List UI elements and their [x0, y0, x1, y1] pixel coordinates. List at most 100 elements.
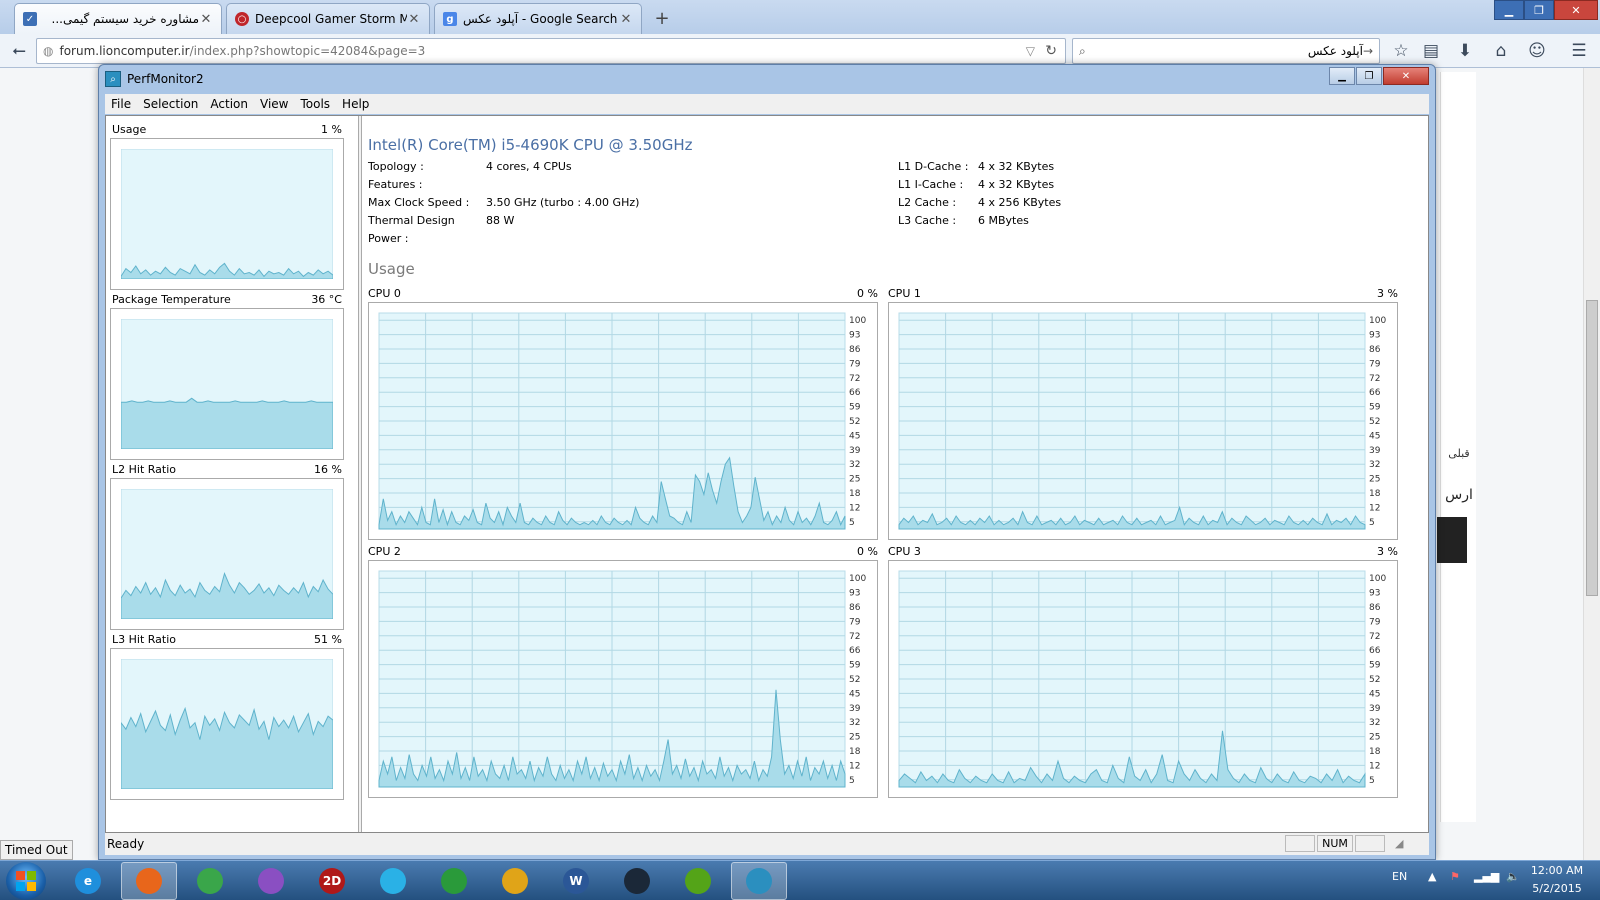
action-center-icon[interactable]: ⚑	[1450, 870, 1460, 883]
panel-l2-hit-ratio[interactable]: L2 Hit Ratio 16 %	[110, 462, 344, 630]
tab-deepcool[interactable]: ○ Deepcool Gamer Storm Ma... ✕	[226, 3, 430, 34]
taskbar-app-chrome[interactable]	[182, 862, 238, 900]
back-arrow-icon[interactable]: ⭠	[6, 38, 32, 64]
reading-list-icon[interactable]: ▤	[1418, 38, 1444, 64]
firefox-icon	[136, 868, 162, 894]
core-label: CPU 1	[888, 287, 921, 300]
dropdown-arrow-icon[interactable]: ▽	[1026, 44, 1035, 58]
close-icon[interactable]: ✕	[619, 12, 633, 27]
taskbar-app-internet-explorer[interactable]: e	[60, 862, 116, 900]
cpu0-chart: 100 93 86 79 72 66 59 52 45 39 32 25 18 12 5	[378, 312, 866, 530]
word-icon: W	[563, 868, 589, 894]
y-tick-label: 93	[1369, 331, 1380, 341]
y-tick-label: 100	[849, 574, 866, 584]
url-bar[interactable]: ◍ forum.lioncomputer.ir/index.php?showto…	[36, 38, 1066, 64]
browser-tab-bar: ✓ مشاوره خرید سیستم گیمی... ✕ ○ Deepcool…	[0, 0, 1600, 34]
scrollbar-thumb[interactable]	[1586, 300, 1598, 596]
core-value: 0 %	[857, 545, 878, 558]
mini-graph	[110, 478, 344, 630]
minimize-button[interactable]: ▁	[1329, 67, 1355, 85]
search-box[interactable]: ⌕ آپلود عکس →	[1072, 38, 1380, 64]
y-tick-label: 5	[1369, 518, 1375, 528]
search-icon: ⌕	[1079, 43, 1086, 58]
show-hidden-icon[interactable]: ▲	[1428, 870, 1436, 883]
cpu2-chart: 100 93 86 79 72 66 59 52 45 39 32 25 18 12 5	[378, 570, 866, 788]
panel-usage[interactable]: Usage 1 %	[110, 122, 344, 290]
menu-icon[interactable]: ☰	[1566, 38, 1592, 64]
home-icon[interactable]: ⌂	[1488, 38, 1514, 64]
status-text: Ready	[107, 837, 145, 851]
taskbar-app-winamp[interactable]	[487, 862, 543, 900]
taskbar-app-steam[interactable]	[609, 862, 665, 900]
taskbar-app-firefox[interactable]	[121, 862, 177, 900]
close-window-button[interactable]: ✕	[1554, 0, 1598, 20]
prev-link[interactable]: قبلی	[1441, 447, 1477, 460]
download-icon[interactable]: ⬇	[1452, 38, 1478, 64]
menu-tools[interactable]: Tools	[294, 94, 336, 114]
cpu3-panel[interactable]: CPU 3 3 % 100 93 86 79 72 66 59 52 45 39 32 25 18 12 5	[888, 544, 1398, 798]
taskbar-app-perfmonitor[interactable]	[731, 862, 787, 900]
language-indicator[interactable]: EN	[1392, 870, 1407, 883]
info-key: L3 Cache :	[898, 214, 957, 227]
cpu0-panel[interactable]: CPU 0 0 % 100 93 86 79 72 66 59 52 45 39 32 25 18 12 5	[368, 286, 878, 540]
tab-forum[interactable]: ✓ مشاوره خرید سیستم گیمی... ✕	[14, 3, 222, 34]
y-tick-label: 79	[849, 617, 861, 627]
new-tab-button[interactable]: +	[648, 6, 676, 30]
clock-time[interactable]: 12:00 AM	[1524, 864, 1590, 877]
resize-grip-icon[interactable]: ◢	[1395, 837, 1403, 850]
y-tick-label: 52	[849, 417, 860, 427]
network-icon[interactable]: ▂▄▆	[1474, 870, 1499, 883]
menu-selection[interactable]: Selection	[137, 94, 204, 114]
y-tick-label: 12	[849, 503, 860, 513]
start-button[interactable]	[6, 862, 46, 900]
taskbar-app-word[interactable]: W	[548, 862, 604, 900]
search-input[interactable]: آپلود عکس	[1092, 44, 1363, 58]
perfmonitor-app-icon: ⌕	[105, 71, 121, 87]
y-tick-label: 59	[1369, 661, 1381, 671]
splitter[interactable]	[358, 116, 362, 832]
page-scrollbar[interactable]	[1583, 68, 1600, 870]
y-tick-label: 18	[1369, 489, 1381, 499]
download-manager-icon	[441, 868, 467, 894]
panel-package-temperature[interactable]: Package Temperature 36 °C	[110, 292, 344, 460]
menu-help[interactable]: Help	[336, 94, 375, 114]
cpu2-panel[interactable]: CPU 2 0 % 100 93 86 79 72 66 59 52 45 39 32 25 18 12 5	[368, 544, 878, 798]
menu-action[interactable]: Action	[204, 94, 254, 114]
restore-window-button[interactable]: ❐	[1524, 0, 1554, 20]
close-button[interactable]: ✕	[1383, 67, 1429, 85]
y-tick-label: 32	[849, 460, 860, 470]
y-tick-label: 18	[849, 747, 861, 757]
y-tick-label: 12	[1369, 503, 1380, 513]
panel-l3-hit-ratio[interactable]: L3 Hit Ratio 51 %	[110, 632, 344, 800]
maximize-button[interactable]: ❐	[1356, 67, 1382, 85]
bookmark-star-icon[interactable]: ☆	[1388, 38, 1414, 64]
window-title-bar[interactable]: ⌕ PerfMonitor2	[99, 65, 1435, 93]
taskbar-app-download-manager[interactable]	[426, 862, 482, 900]
info-value: 4 x 32 KBytes	[978, 160, 1055, 173]
send-text: ارس	[1445, 487, 1473, 503]
l3-mini-chart	[121, 659, 333, 789]
tab-label: مشاوره خرید سیستم گیمی...	[51, 12, 200, 26]
steam-icon	[624, 868, 650, 894]
taskbar-app-app-2d[interactable]: 2D	[304, 862, 360, 900]
tab-google[interactable]: g آپلود عکس - Google Search ✕	[434, 3, 642, 34]
chat-icon[interactable]: ☺	[1524, 38, 1550, 64]
menu-file[interactable]: File	[105, 94, 137, 114]
close-icon[interactable]: ✕	[407, 12, 421, 27]
taskbar-app-sync[interactable]	[365, 862, 421, 900]
close-icon[interactable]: ✕	[199, 12, 213, 27]
minimize-window-button[interactable]: ▁	[1494, 0, 1524, 20]
cpu1-panel[interactable]: CPU 1 3 % 100 93 86 79 72 66 59 52 45 39 32 25 18 12 5	[888, 286, 1398, 540]
taskbar-app-messenger[interactable]	[243, 862, 299, 900]
menu-view[interactable]: View	[254, 94, 294, 114]
info-value: 6 MBytes	[978, 214, 1029, 227]
y-tick-label: 79	[849, 359, 861, 369]
cpu-info-left: Topology : 4 cores, 4 CPUs Features : Max…	[368, 158, 868, 245]
clock-date[interactable]: 5/2/2015	[1524, 882, 1590, 895]
reload-icon[interactable]: ↻	[1045, 43, 1057, 59]
taskbar-app-utorrent[interactable]	[670, 862, 726, 900]
go-arrow-icon[interactable]: →	[1363, 44, 1373, 58]
volume-icon[interactable]: 🔈	[1506, 870, 1520, 883]
y-tick-label: 59	[1369, 403, 1381, 413]
status-cell-empty	[1355, 835, 1385, 852]
